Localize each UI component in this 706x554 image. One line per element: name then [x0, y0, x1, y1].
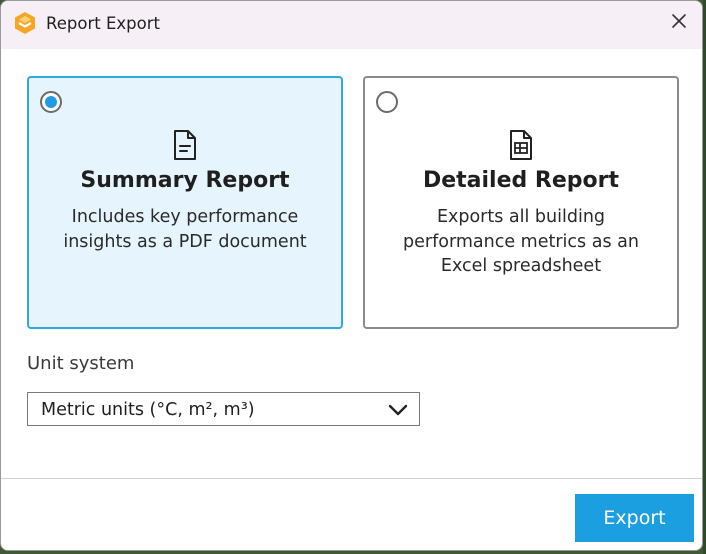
document-icon	[172, 129, 198, 161]
unit-system-value: Metric units (°C, m², m³)	[41, 400, 255, 420]
detailed-report-radio[interactable]	[376, 91, 398, 113]
chevron-down-icon	[388, 402, 408, 416]
spreadsheet-icon	[508, 129, 534, 161]
window-title: Report Export	[46, 14, 160, 33]
export-button[interactable]: Export	[575, 494, 694, 542]
detailed-report-title: Detailed Report	[422, 168, 620, 193]
detailed-report-description: Exports all building performance metrics…	[403, 207, 639, 276]
unit-system-select[interactable]: Metric units (°C, m², m³)	[27, 392, 420, 426]
summary-report-radio[interactable]	[40, 91, 62, 113]
report-export-logo-icon	[13, 11, 37, 35]
detailed-report-option[interactable]: Detailed Report Exports all building per…	[363, 76, 679, 329]
title-bar: Report Export	[1, 1, 702, 49]
summary-report-option[interactable]: Summary Report Includes key performance …	[27, 76, 343, 329]
unit-system-label: Unit system	[27, 353, 135, 374]
summary-report-description: Includes key performance insights as a P…	[63, 207, 307, 252]
close-icon	[671, 13, 687, 33]
summary-report-title: Summary Report	[80, 168, 290, 193]
dialog-footer: Export	[1, 478, 702, 550]
dialog-content: Summary Report Includes key performance …	[1, 49, 702, 477]
report-export-dialog: Report Export Summary Report Includes ke…	[0, 0, 703, 551]
close-button[interactable]	[656, 1, 702, 45]
